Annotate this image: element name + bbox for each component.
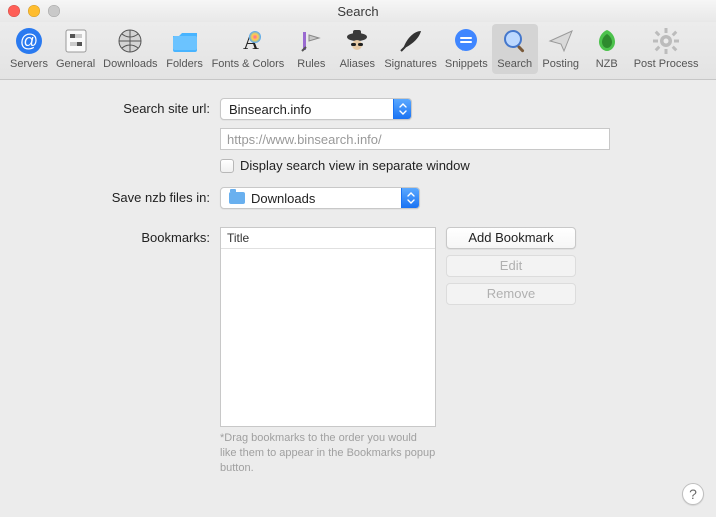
toolbar-label: Signatures bbox=[384, 58, 437, 70]
toolbar-label: Rules bbox=[297, 58, 325, 70]
toolbar-label: Aliases bbox=[340, 58, 375, 70]
search-site-label: Search site url: bbox=[30, 98, 220, 116]
titlebar: Search bbox=[0, 0, 716, 22]
magnifier-icon bbox=[500, 26, 530, 56]
window-title: Search bbox=[0, 4, 716, 19]
fonts-colors-icon: A bbox=[233, 26, 263, 56]
svg-text:@: @ bbox=[20, 31, 38, 51]
save-nzb-label: Save nzb files in: bbox=[30, 187, 220, 205]
toolbar-label: Search bbox=[497, 58, 532, 70]
toolbar-label: Folders bbox=[166, 58, 203, 70]
save-nzb-value-text: Downloads bbox=[251, 191, 315, 206]
toolbar-item-posting[interactable]: Posting bbox=[538, 24, 584, 74]
toolbar-item-downloads[interactable]: Downloads bbox=[99, 24, 161, 74]
display-separate-label: Display search view in separate window bbox=[240, 158, 470, 173]
save-nzb-popup[interactable]: Downloads bbox=[220, 187, 420, 209]
toolbar-item-search[interactable]: Search bbox=[492, 24, 538, 74]
toolbar-label: Fonts & Colors bbox=[212, 58, 285, 70]
popup-arrows-icon bbox=[393, 99, 411, 119]
search-site-value: Binsearch.info bbox=[221, 102, 393, 117]
help-button[interactable]: ? bbox=[682, 483, 704, 505]
toolbar-item-aliases[interactable]: Aliases bbox=[334, 24, 380, 74]
toolbar-label: Post Process bbox=[634, 58, 699, 70]
preferences-toolbar: @ Servers General Downloads Folders A Fo… bbox=[0, 22, 716, 80]
help-glyph: ? bbox=[689, 486, 697, 502]
content-area: Search site url: Binsearch.info Display … bbox=[0, 80, 716, 496]
toolbar-item-post-process[interactable]: Post Process bbox=[630, 24, 703, 74]
search-url-input[interactable] bbox=[220, 128, 610, 150]
display-separate-checkbox[interactable] bbox=[220, 159, 234, 173]
search-site-popup[interactable]: Binsearch.info bbox=[220, 98, 412, 120]
toolbar-item-general[interactable]: General bbox=[52, 24, 99, 74]
popup-arrows-icon bbox=[401, 188, 419, 208]
save-nzb-value: Downloads bbox=[221, 191, 401, 206]
chat-icon bbox=[451, 26, 481, 56]
toolbar-item-signatures[interactable]: Signatures bbox=[380, 24, 441, 74]
remove-bookmark-button: Remove bbox=[446, 283, 576, 305]
bookmarks-header[interactable]: Title bbox=[221, 228, 435, 249]
toolbar-label: Servers bbox=[10, 58, 48, 70]
spy-icon bbox=[342, 26, 372, 56]
toolbar-label: General bbox=[56, 58, 95, 70]
toolbar-item-fonts-colors[interactable]: A Fonts & Colors bbox=[208, 24, 289, 74]
bookmarks-list[interactable]: Title bbox=[220, 227, 436, 427]
at-icon: @ bbox=[14, 26, 44, 56]
switches-icon bbox=[61, 26, 91, 56]
edit-bookmark-button: Edit bbox=[446, 255, 576, 277]
bookmarks-hint: *Drag bookmarks to the order you would l… bbox=[220, 431, 436, 476]
folder-icon bbox=[170, 26, 200, 56]
globe-icon bbox=[115, 26, 145, 56]
nzb-icon bbox=[592, 26, 622, 56]
toolbar-item-nzb[interactable]: NZB bbox=[584, 24, 630, 74]
add-bookmark-button[interactable]: Add Bookmark bbox=[446, 227, 576, 249]
toolbar-item-servers[interactable]: @ Servers bbox=[6, 24, 52, 74]
gear-icon bbox=[651, 26, 681, 56]
toolbar-item-folders[interactable]: Folders bbox=[162, 24, 208, 74]
toolbar-label: Downloads bbox=[103, 58, 157, 70]
toolbar-label: NZB bbox=[596, 58, 618, 70]
downloads-folder-icon bbox=[229, 192, 245, 204]
toolbar-label: Snippets bbox=[445, 58, 488, 70]
toolbar-item-rules[interactable]: Rules bbox=[288, 24, 334, 74]
rules-icon bbox=[296, 26, 326, 56]
toolbar-label: Posting bbox=[542, 58, 579, 70]
quill-icon bbox=[396, 26, 426, 56]
paper-plane-icon bbox=[546, 26, 576, 56]
bookmarks-label: Bookmarks: bbox=[30, 227, 220, 245]
toolbar-item-snippets[interactable]: Snippets bbox=[441, 24, 492, 74]
